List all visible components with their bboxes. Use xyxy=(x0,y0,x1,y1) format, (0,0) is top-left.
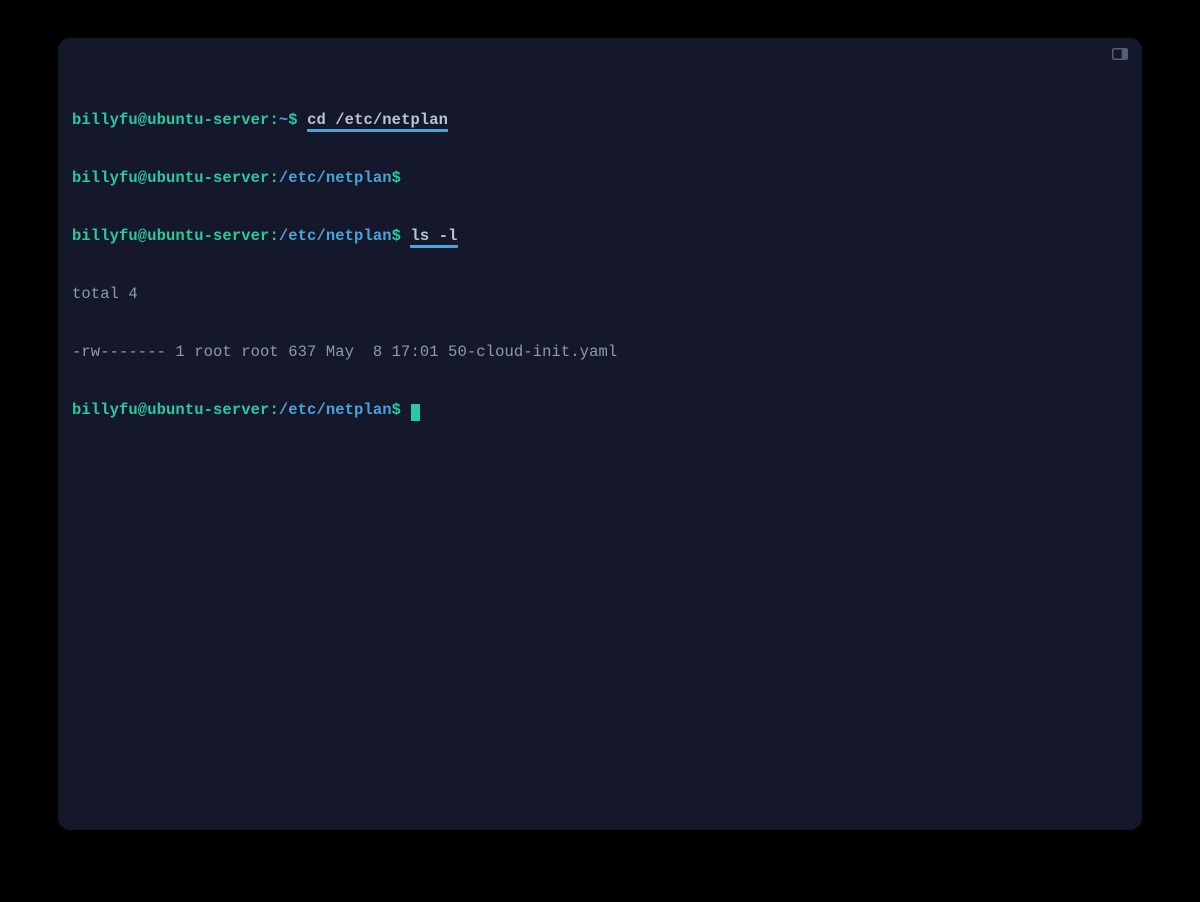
prompt-path: /etc/netplan xyxy=(279,169,392,187)
cursor xyxy=(411,404,420,421)
terminal-line: billyfu@ubuntu-server:/etc/netplan$ xyxy=(72,401,1128,420)
prompt-userhost: billyfu@ubuntu-server xyxy=(72,227,269,245)
prompt-userhost: billyfu@ubuntu-server xyxy=(72,169,269,187)
prompt-path: /etc/netplan xyxy=(279,401,392,419)
command-text xyxy=(298,111,307,129)
terminal-line: total 4 xyxy=(72,285,1128,304)
terminal-content[interactable]: billyfu@ubuntu-server:~$ cd /etc/netplan… xyxy=(72,72,1128,460)
prompt-symbol: $ xyxy=(392,401,401,419)
terminal-line: billyfu@ubuntu-server:/etc/netplan$ ls -… xyxy=(72,227,1128,246)
prompt-userhost: billyfu@ubuntu-server xyxy=(72,111,269,129)
output-text: total 4 xyxy=(72,285,138,303)
prompt-path: ~ xyxy=(279,111,288,129)
terminal-line: billyfu@ubuntu-server:/etc/netplan$ xyxy=(72,169,1128,188)
prompt-symbol: $ xyxy=(392,169,401,187)
terminal-line: -rw------- 1 root root 637 May 8 17:01 5… xyxy=(72,343,1128,362)
prompt-path: /etc/netplan xyxy=(279,227,392,245)
command-text xyxy=(401,401,410,419)
output-text: -rw------- 1 root root 637 May 8 17:01 5… xyxy=(72,343,617,361)
prompt-colon: : xyxy=(269,401,278,419)
prompt-colon: : xyxy=(269,169,278,187)
panel-split-icon[interactable] xyxy=(1112,48,1128,60)
terminal-window[interactable]: billyfu@ubuntu-server:~$ cd /etc/netplan… xyxy=(58,38,1142,830)
prompt-colon: : xyxy=(269,227,278,245)
prompt-userhost: billyfu@ubuntu-server xyxy=(72,401,269,419)
prompt-symbol: $ xyxy=(288,111,297,129)
command-highlight: cd /etc/netplan xyxy=(307,111,448,132)
command-highlight: ls -l xyxy=(410,227,457,248)
prompt-colon: : xyxy=(269,111,278,129)
prompt-symbol: $ xyxy=(392,227,401,245)
terminal-line: billyfu@ubuntu-server:~$ cd /etc/netplan xyxy=(72,111,1128,130)
